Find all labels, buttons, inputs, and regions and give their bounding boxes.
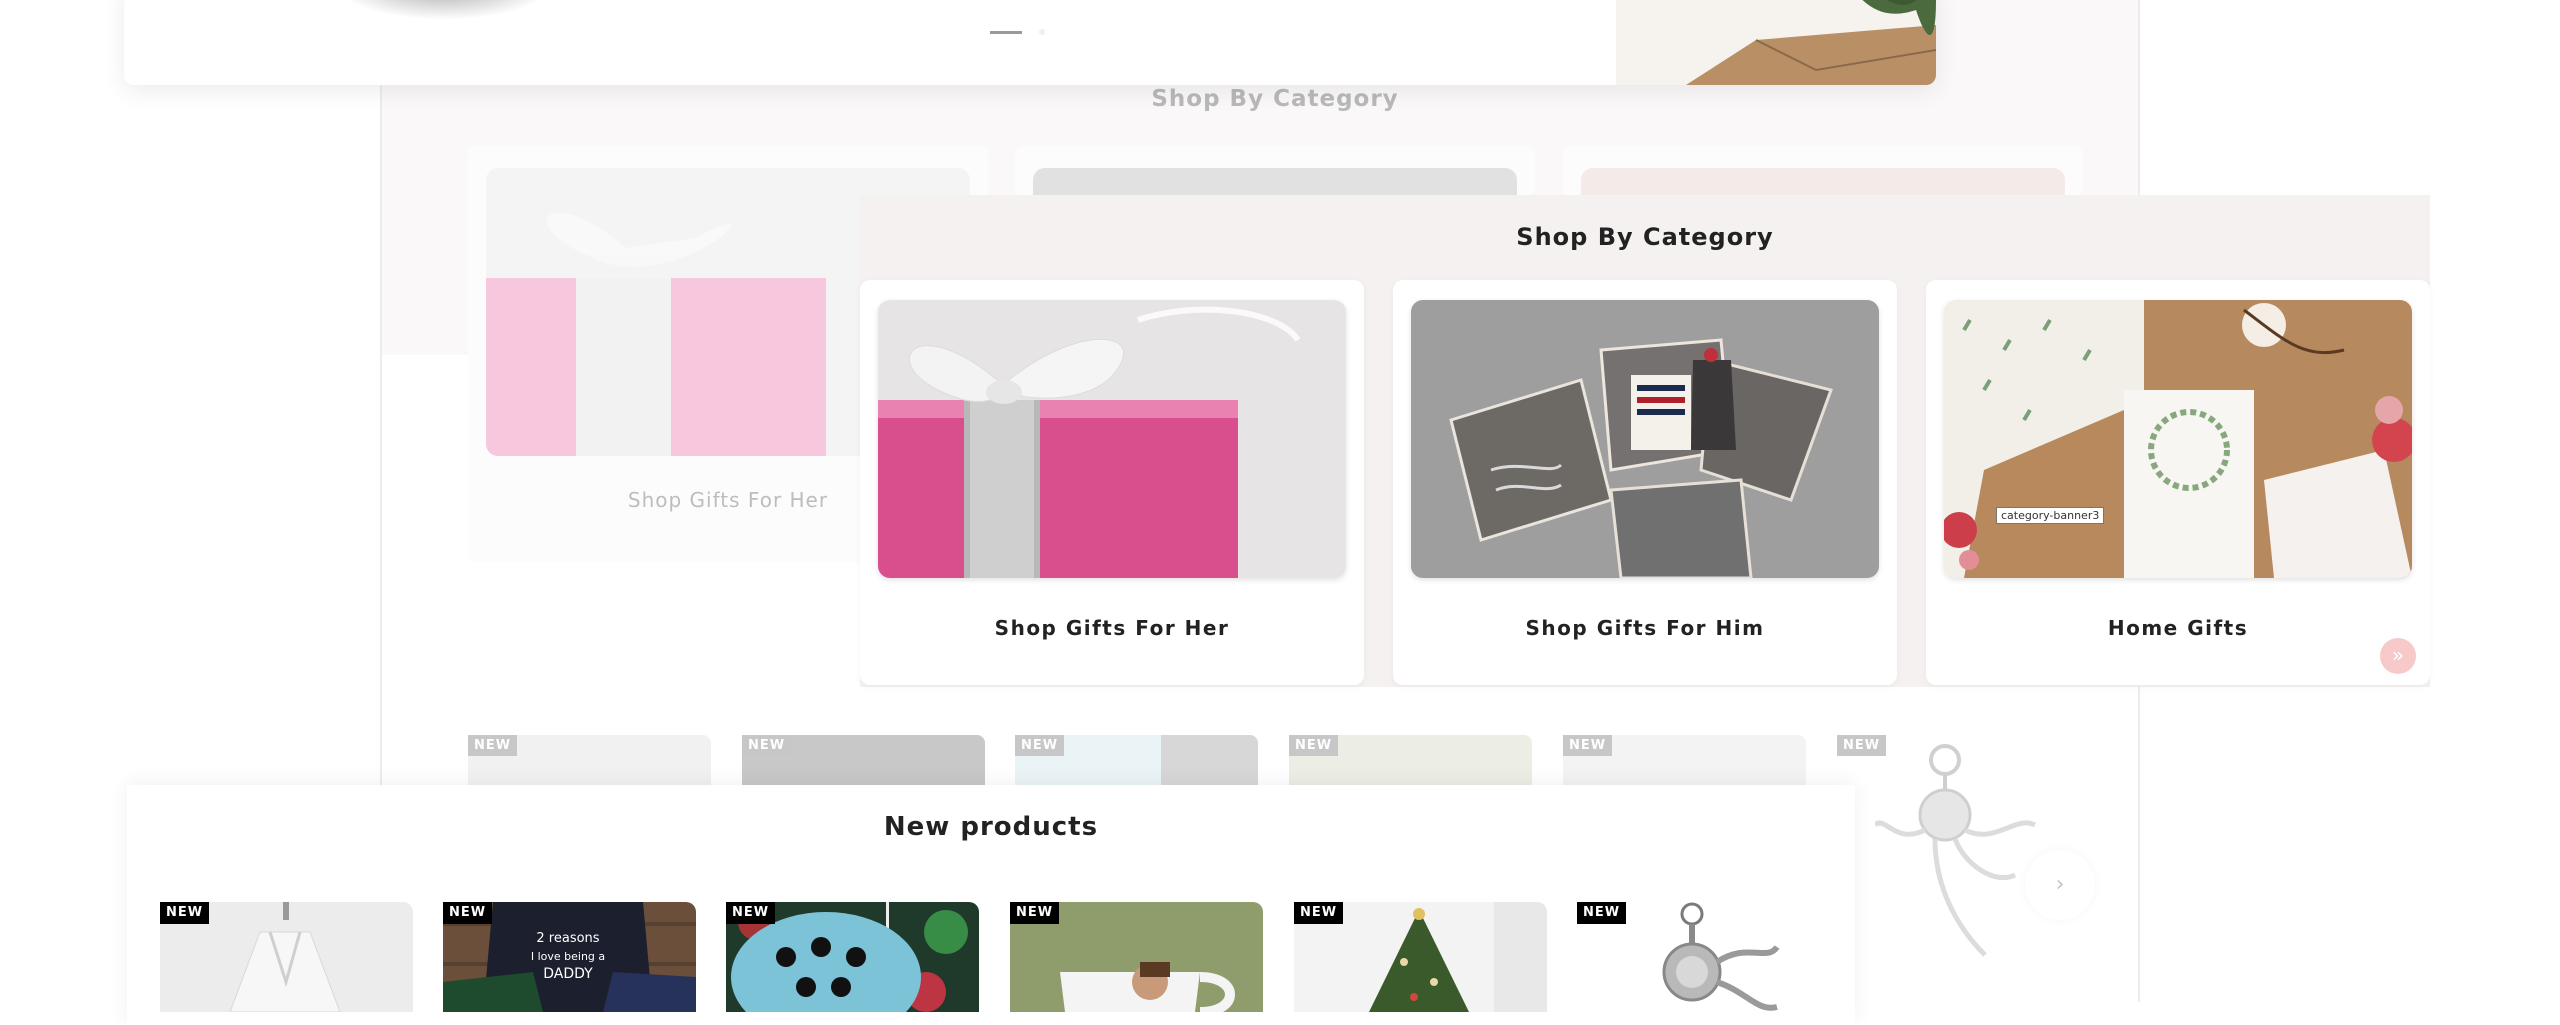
background-new-badge: NEW [1563, 735, 1613, 756]
category-image-explosion-gift-box[interactable] [1411, 300, 1879, 578]
category-label[interactable]: Shop Gifts For Her [860, 616, 1364, 640]
background-category-card [1015, 146, 1535, 196]
background-keychain-image [1875, 744, 2037, 957]
shop-by-category-section: Shop By Category Shop Gifts For Her Shop… [860, 195, 2430, 687]
background-new-badge: NEW [742, 735, 792, 756]
category-card-home-gifts[interactable]: category-banner3 Home Gifts [1926, 280, 2430, 685]
background-new-badge: NEW [468, 735, 518, 756]
category-image-pink-gift-box[interactable] [878, 300, 1346, 578]
category-label[interactable]: Shop Gifts For Him [1393, 616, 1897, 640]
category-image-stationery-flowers[interactable]: category-banner3 [1944, 300, 2412, 578]
background-card-image [1581, 168, 2065, 196]
svg-text:2 reasons: 2 reasons [536, 931, 599, 946]
section-title: New products [883, 812, 1099, 842]
double-chevron-right-icon[interactable]: » [2380, 638, 2416, 674]
background-section-title: Shop By Category [1151, 86, 1399, 112]
banner-product-shadow [334, 0, 554, 20]
banner-slide-indicator[interactable] [1039, 29, 1045, 35]
banner-image [1616, 0, 1936, 85]
background-card-image [1033, 168, 1517, 196]
background-category-card [1563, 146, 2083, 196]
category-card-gifts-for-her[interactable]: Shop Gifts For Her [860, 280, 1364, 685]
new-badge: NEW [443, 902, 493, 924]
category-card-gifts-for-him[interactable]: Shop Gifts For Him [1393, 280, 1897, 685]
background-new-badge: NEW [1015, 735, 1065, 756]
background-next-arrow-icon[interactable]: › [2025, 850, 2095, 920]
new-badge: NEW [160, 902, 210, 924]
svg-text:I love being a: I love being a [531, 950, 605, 963]
new-badge: NEW [1010, 902, 1060, 924]
image-tooltip: category-banner3 [1996, 507, 2105, 524]
banner-slide-indicator-active[interactable] [990, 31, 1022, 34]
new-badge: NEW [1294, 902, 1344, 924]
svg-text:DADDY: DADDY [543, 966, 593, 982]
new-badge: NEW [1577, 902, 1627, 924]
new-badge: NEW [726, 902, 776, 924]
hero-banner [124, 0, 1936, 85]
section-title: Shop By Category [1516, 223, 1774, 251]
background-new-badge: NEW [1289, 735, 1339, 756]
new-products-section: New products 2 reasons I love being a DA… [127, 785, 1855, 1025]
category-label[interactable]: Home Gifts [1926, 616, 2430, 640]
